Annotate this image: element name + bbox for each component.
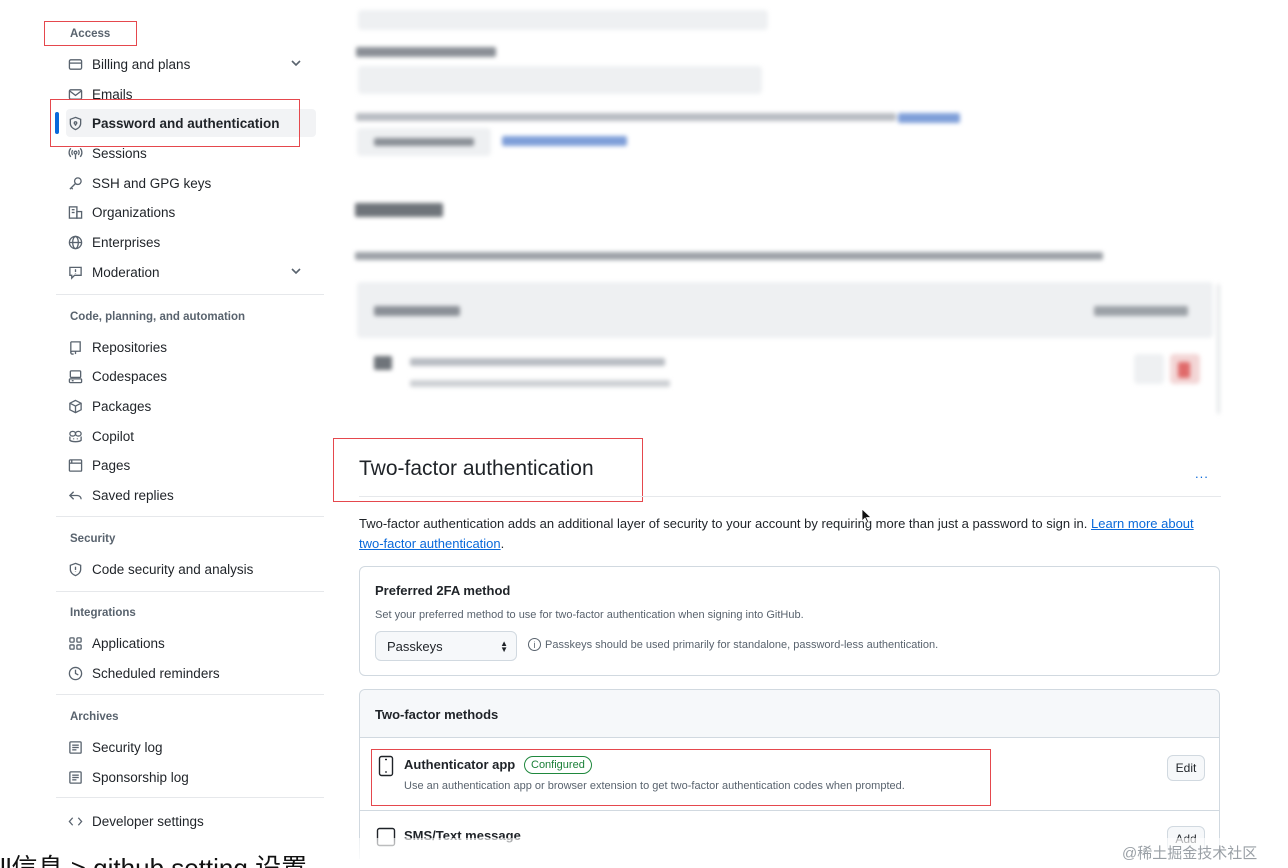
info-icon: i — [528, 638, 541, 651]
sidebar-item-code-security[interactable]: Code security and analysis — [66, 555, 316, 583]
log-icon — [66, 769, 84, 785]
sidebar-item-label: Scheduled reminders — [92, 665, 220, 681]
article-caption: ll信息 > github setting 设置 — [0, 853, 308, 868]
sidebar-divider — [56, 591, 324, 592]
preferred-2fa-subtitle: Set your preferred method to use for two… — [375, 609, 804, 621]
sidebar-item-label: Saved replies — [92, 487, 174, 503]
section-heading-archives: Archives — [70, 711, 119, 723]
two-factor-description: Two-factor authentication adds an additi… — [359, 514, 1209, 554]
sidebar-item-security-log[interactable]: Security log — [66, 733, 316, 761]
copilot-icon — [66, 428, 84, 444]
blurred-content — [0, 0, 1288, 420]
sidebar-item-applications[interactable]: Applications — [66, 629, 316, 657]
sidebar-divider — [56, 797, 324, 798]
sidebar-item-pages[interactable]: Pages — [66, 451, 316, 479]
sidebar-item-saved-replies[interactable]: Saved replies — [66, 481, 316, 509]
sidebar-item-developer-settings[interactable]: Developer settings — [66, 807, 316, 835]
passkeys-note-text: Passkeys should be used primarily for st… — [545, 638, 939, 651]
sidebar-item-sponsorship-log[interactable]: Sponsorship log — [66, 763, 316, 791]
select-value: Passkeys — [387, 638, 443, 654]
sidebar-item-label: Developer settings — [92, 813, 204, 829]
sidebar-item-label: Copilot — [92, 428, 135, 444]
browser-icon — [66, 457, 84, 473]
reply-icon — [66, 487, 84, 503]
apps-icon — [66, 635, 84, 651]
sidebar-item-scheduled-reminders[interactable]: Scheduled reminders — [66, 659, 316, 687]
highlight-authenticator-app — [371, 749, 991, 806]
sidebar-item-copilot[interactable]: Copilot — [66, 422, 316, 450]
methods-title: Two-factor methods — [375, 707, 499, 722]
section-heading-integrations: Integrations — [70, 607, 136, 619]
edit-authenticator-button[interactable]: Edit — [1167, 755, 1205, 781]
sidebar-item-label: Applications — [92, 635, 165, 651]
preferred-2fa-select[interactable]: Passkeys ▲ ▼ — [375, 631, 517, 661]
preferred-2fa-title: Preferred 2FA method — [375, 583, 511, 598]
clock-icon — [66, 665, 84, 681]
section-divider — [359, 496, 1221, 497]
preferred-2fa-panel: Preferred 2FA method Set your preferred … — [359, 566, 1220, 676]
sidebar-divider — [56, 516, 324, 517]
sidebar-item-label: Code security and analysis — [92, 561, 254, 577]
description-period: . — [500, 536, 505, 551]
highlight-two-factor-title — [333, 438, 643, 502]
sidebar-item-label: Sponsorship log — [92, 769, 189, 785]
log-icon — [66, 739, 84, 755]
code-icon — [66, 813, 84, 829]
more-options-icon[interactable]: ... — [1195, 466, 1209, 481]
sidebar-divider — [56, 694, 324, 695]
watermark: @稀土掘金技术社区 — [1122, 845, 1258, 862]
sidebar-item-label: Pages — [92, 457, 131, 473]
mouse-cursor-icon — [861, 508, 873, 524]
sidebar-item-label: Security log — [92, 739, 163, 755]
passkeys-note: i Passkeys should be used primarily for … — [528, 638, 938, 651]
section-heading-security: Security — [70, 533, 116, 545]
shield-icon — [66, 561, 84, 577]
select-arrows-icon: ▲ ▼ — [500, 639, 508, 654]
methods-header: Two-factor methods — [360, 690, 1219, 738]
description-text: Two-factor authentication adds an additi… — [359, 516, 1088, 531]
row-separator — [360, 810, 1219, 811]
